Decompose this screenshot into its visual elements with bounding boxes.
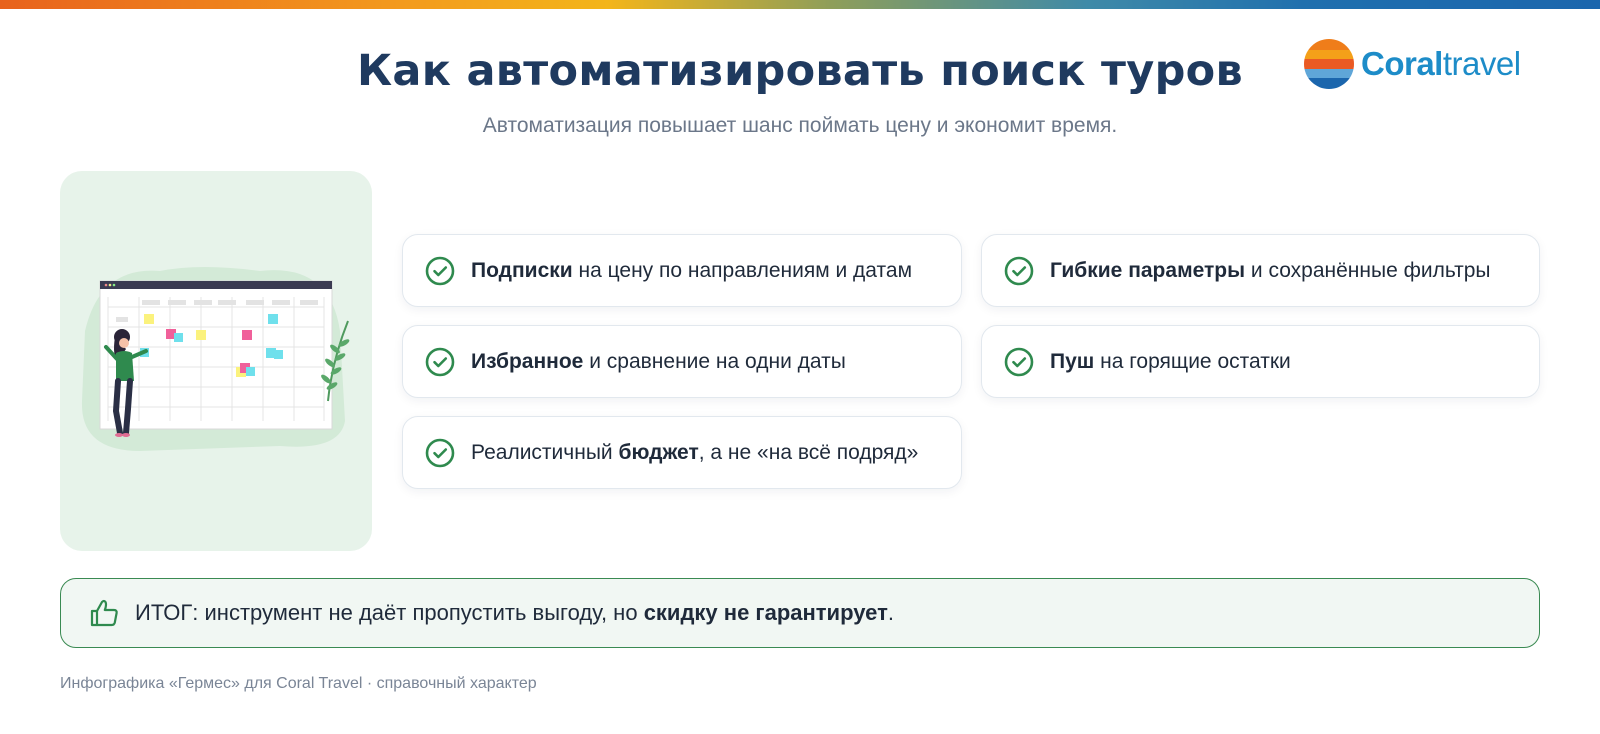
woman-calendar-illustration [81,267,350,451]
footer-note: Инфографика «Гермес» для Coral Travel · … [60,675,537,692]
feature-text: Подписки на цену по направлениям и датам [471,258,913,282]
check-circle-icon [1004,347,1034,376]
feature-card-budget: Реалистичный бюджет, а не «на всё подряд… [402,416,962,489]
feature-text: Пуш на горящие остатки [1050,349,1291,373]
feature-card-subscriptions: Подписки на цену по направлениям и датам [402,234,962,307]
coral-travel-logo: Coraltravel [1303,37,1543,91]
page-subtitle: Автоматизация повышает шанс поймать цену… [482,114,1118,137]
summary-text: ИТОГ: инструмент не даёт пропустить выго… [135,600,895,625]
logo-wordmark: Coraltravel [1361,45,1521,82]
check-circle-icon [425,438,455,467]
feature-text: Избранное и сравнение на одни даты [471,349,846,373]
feature-text: Гибкие параметры и сохранённые фильтры [1050,258,1491,282]
summary-banner: ИТОГ: инструмент не даёт пропустить выго… [60,578,1540,648]
check-circle-icon [425,347,455,376]
thumbs-up-icon [90,599,118,627]
feature-card-push: Пуш на горящие остатки [981,325,1540,398]
feature-text: Реалистичный бюджет, а не «на всё подряд… [471,440,919,464]
feature-card-flexible-params: Гибкие параметры и сохранённые фильтры [981,234,1540,307]
check-circle-icon [1004,256,1034,285]
check-circle-icon [425,256,455,285]
top-gradient-bar [0,0,1600,9]
calendar-illustration-panel [60,171,372,551]
coral-sun-logo-icon [1304,39,1354,89]
feature-card-favorites: Избранное и сравнение на одни даты [402,325,962,398]
